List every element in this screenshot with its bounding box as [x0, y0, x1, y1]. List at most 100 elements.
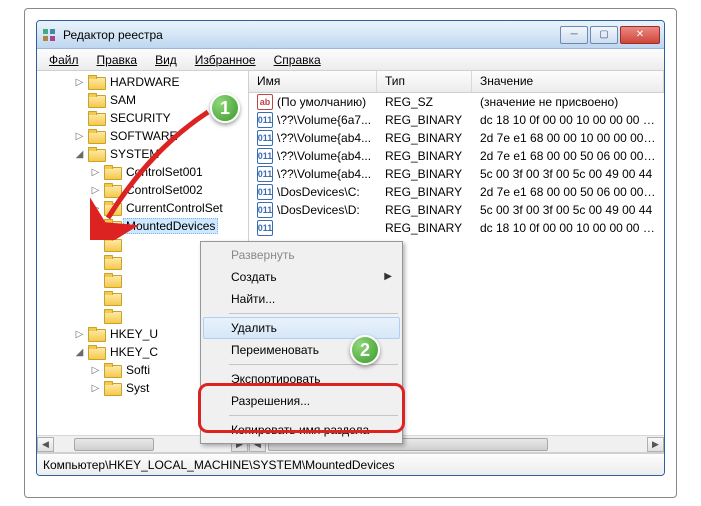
value-row[interactable]: 011 \??\Volume{ab4... REG_BINARY5c 00 3f 0…: [249, 165, 664, 183]
tree-item[interactable]: ▷HARDWARE: [41, 73, 248, 91]
close-button[interactable]: ✕: [620, 26, 660, 44]
value-type: REG_SZ: [377, 94, 472, 110]
value-type: REG_BINARY: [377, 112, 472, 128]
value-name: \??\Volume{ab4...: [277, 149, 371, 163]
value-name: \DosDevices\C:: [277, 185, 360, 199]
menu-view[interactable]: Вид: [147, 51, 185, 69]
expander-icon[interactable]: ◢: [73, 148, 86, 161]
ctx-permissions[interactable]: Разрешения...: [203, 390, 400, 412]
folder-icon: [104, 363, 120, 377]
value-row[interactable]: 011 \??\Volume{6a7... REG_BINARYdc 18 10 0…: [249, 111, 664, 129]
folder-icon: [104, 291, 120, 305]
window-title: Редактор реестра: [63, 28, 560, 42]
value-name: \??\Volume{6a7...: [277, 113, 371, 127]
menubar: Файл Правка Вид Избранное Справка: [37, 49, 664, 71]
expander-icon[interactable]: [73, 94, 86, 107]
value-name: \??\Volume{ab4...: [277, 131, 371, 145]
expander-icon[interactable]: ▷: [73, 328, 86, 341]
tree-label: [123, 261, 129, 263]
binary-value-icon: 011: [257, 220, 273, 236]
folder-icon: [104, 273, 120, 287]
value-data: dc 18 10 0f 00 00 10 00 00 00 00 0: [472, 112, 664, 128]
minimize-button[interactable]: ─: [560, 26, 588, 44]
value-row[interactable]: 011\DosDevices\D:REG_BINARY5c 00 3f 00 3…: [249, 201, 664, 219]
value-type: REG_BINARY: [377, 220, 472, 236]
value-data: 5c 00 3f 00 3f 00 5c 00 49 00 44: [472, 202, 664, 218]
expander-icon[interactable]: [89, 292, 102, 305]
binary-value-icon: 011: [257, 202, 273, 218]
expander-icon[interactable]: [89, 310, 102, 323]
tree-label: [123, 279, 129, 281]
expander-icon[interactable]: [89, 274, 102, 287]
app-icon: [41, 27, 57, 43]
maximize-button[interactable]: ▢: [590, 26, 618, 44]
list-header: Имя Тип Значение: [249, 71, 664, 93]
submenu-arrow-icon: ▶: [384, 271, 392, 282]
folder-icon: [104, 255, 120, 269]
folder-icon: [104, 381, 120, 395]
tree-label: Syst: [123, 380, 152, 396]
value-row[interactable]: ab (По умолчанию) REG_SZ(значение не присв…: [249, 93, 664, 111]
status-path: Компьютер\HKEY_LOCAL_MACHINE\SYSTEM\Moun…: [43, 458, 395, 472]
value-name: \??\Volume{ab4...: [277, 167, 371, 181]
expander-icon[interactable]: ▷: [73, 130, 86, 143]
binary-value-icon: 011: [257, 148, 273, 164]
ctx-export[interactable]: Экспортировать: [203, 368, 400, 390]
binary-value-icon: 011: [257, 112, 273, 128]
titlebar[interactable]: Редактор реестра ─ ▢ ✕: [37, 21, 664, 49]
value-data: dc 18 10 0f 00 00 10 00 00 00 00 0: [472, 220, 664, 236]
value-row[interactable]: 011 REG_BINARYdc 18 10 0f 00 00 10 00 00 …: [249, 219, 664, 237]
expander-icon[interactable]: [73, 112, 86, 125]
expander-icon[interactable]: ▷: [73, 76, 86, 89]
value-name: (По умолчанию): [277, 95, 366, 109]
callout-2: 2: [350, 335, 380, 365]
menu-edit[interactable]: Правка: [89, 51, 146, 69]
ctx-find[interactable]: Найти...: [203, 288, 400, 310]
scroll-left-icon[interactable]: ◀: [37, 437, 54, 452]
value-type: REG_BINARY: [377, 202, 472, 218]
statusbar: Компьютер\HKEY_LOCAL_MACHINE\SYSTEM\Moun…: [37, 453, 664, 475]
tree-label: [123, 315, 129, 317]
folder-icon: [88, 345, 104, 359]
menu-favorites[interactable]: Избранное: [187, 51, 264, 69]
value-data: 2d 7e e1 68 00 00 50 06 00 00 00: [472, 184, 664, 200]
value-data: (значение не присвоено): [472, 94, 664, 110]
col-name[interactable]: Имя: [249, 71, 377, 92]
value-row[interactable]: 011 \DosDevices\C: REG_BINARY2d 7e e1 68 0…: [249, 183, 664, 201]
value-row[interactable]: 011\??\Volume{ab4...REG_BINARY2d 7e e1 6…: [249, 129, 664, 147]
binary-value-icon: 011: [257, 184, 273, 200]
tree-label: HKEY_U: [107, 326, 161, 342]
ctx-copyname[interactable]: Копировать имя раздела: [203, 419, 400, 441]
value-type: REG_BINARY: [377, 184, 472, 200]
ctx-new[interactable]: Создать▶: [203, 266, 400, 288]
value-type: REG_BINARY: [377, 130, 472, 146]
binary-value-icon: 011: [257, 166, 273, 182]
tree-label: [123, 243, 129, 245]
string-value-icon: ab: [257, 94, 273, 110]
ctx-expand[interactable]: Развернуть: [203, 244, 400, 266]
binary-value-icon: 011: [257, 130, 273, 146]
scroll-right-icon[interactable]: ▶: [647, 437, 664, 452]
col-type[interactable]: Тип: [377, 71, 472, 92]
ctx-separator: [229, 415, 398, 416]
ctx-separator: [229, 364, 398, 365]
value-row[interactable]: 011 \??\Volume{ab4... REG_BINARY2d 7e e1 6…: [249, 147, 664, 165]
menu-help[interactable]: Справка: [266, 51, 329, 69]
folder-icon: [88, 75, 104, 89]
value-data: 5c 00 3f 00 3f 00 5c 00 49 00 44: [472, 166, 664, 182]
menu-file[interactable]: Файл: [41, 51, 87, 69]
folder-icon: [88, 327, 104, 341]
expander-icon[interactable]: [89, 256, 102, 269]
expander-icon[interactable]: ◢: [73, 346, 86, 359]
folder-icon: [104, 309, 120, 323]
tree-label: HKEY_C: [107, 344, 161, 360]
value-type: REG_BINARY: [377, 148, 472, 164]
value-data: 2d 7e e1 68 00 00 50 06 00 00 00: [472, 148, 664, 164]
value-type: REG_BINARY: [377, 166, 472, 182]
callout-1: 1: [210, 93, 240, 123]
expander-icon[interactable]: ▷: [89, 364, 102, 377]
expander-icon[interactable]: ▷: [89, 382, 102, 395]
annotation-arrow: [90, 100, 220, 240]
col-value[interactable]: Значение: [472, 71, 664, 92]
tree-label: [123, 297, 129, 299]
